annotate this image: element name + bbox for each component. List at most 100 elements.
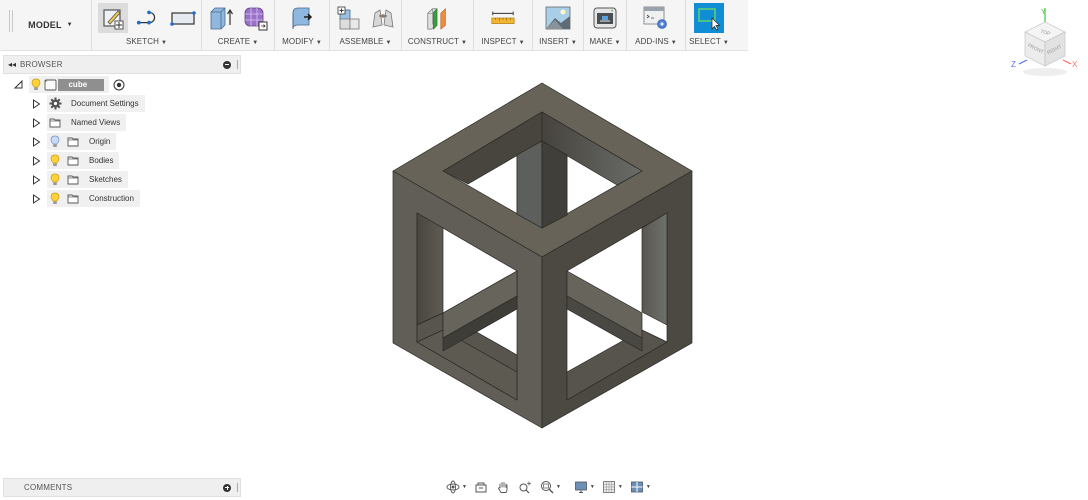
toolbar-grip[interactable] bbox=[0, 0, 13, 51]
toolbar-group-construct[interactable]: CONSTRUCT ▼ bbox=[402, 0, 474, 50]
tree-node[interactable]: Origin bbox=[31, 133, 117, 150]
panel-resize-handle[interactable] bbox=[237, 483, 238, 492]
workspace-switcher[interactable]: MODEL ▼ bbox=[10, 0, 92, 50]
viewport-canvas[interactable] bbox=[380, 75, 700, 435]
tree-node[interactable]: Construction bbox=[31, 190, 140, 207]
cube-frame-model[interactable] bbox=[392, 82, 693, 429]
offset-plane-icon[interactable] bbox=[425, 5, 451, 31]
toolbar-group-sketch[interactable]: SKETCH ▼ bbox=[92, 0, 202, 50]
workspace-label: MODEL bbox=[28, 20, 62, 30]
pan-button[interactable] bbox=[496, 479, 515, 495]
joint-icon[interactable] bbox=[370, 5, 396, 31]
line-tool-icon[interactable] bbox=[136, 5, 162, 31]
expand-triangle-icon[interactable] bbox=[31, 114, 41, 131]
right-inner-wall-right bbox=[641, 212, 668, 326]
form-icon[interactable] bbox=[242, 5, 268, 31]
folder-icon bbox=[65, 190, 81, 207]
grid-icon bbox=[602, 481, 615, 493]
display-settings-button[interactable]: ▼ bbox=[574, 479, 599, 495]
group-label: ADD-INS bbox=[635, 37, 669, 46]
chevron-down-icon: ▼ bbox=[722, 40, 729, 46]
tree-node[interactable]: Bodies bbox=[31, 152, 120, 169]
toolbar-group-select[interactable]: SELECT ▼ bbox=[686, 0, 732, 50]
toolbar-group-addins[interactable]: ADD-INS ▼ bbox=[627, 0, 686, 50]
tree-node-label[interactable]: Origin bbox=[89, 137, 110, 146]
pan-hand-icon bbox=[497, 482, 508, 493]
chevron-down-icon: ▼ bbox=[161, 40, 168, 46]
viewports-button[interactable]: ▼ bbox=[630, 479, 655, 495]
select-icon[interactable] bbox=[694, 3, 724, 33]
component-name[interactable]: cube v1 bbox=[58, 78, 104, 101]
chevron-down-icon: ▼ bbox=[670, 40, 677, 46]
extrude-icon[interactable] bbox=[208, 5, 234, 31]
back-pillar-right bbox=[541, 140, 568, 229]
create-sketch-icon[interactable] bbox=[97, 3, 128, 33]
chevron-down-icon: ▼ bbox=[589, 484, 595, 490]
tree-node-label[interactable]: Sketches bbox=[89, 175, 122, 184]
chevron-down-icon: ▼ bbox=[462, 484, 467, 490]
tree-node[interactable]: Sketches bbox=[31, 171, 128, 188]
expand-triangle-icon[interactable] bbox=[31, 95, 41, 112]
expand-triangle-icon[interactable] bbox=[31, 190, 41, 207]
toolbar-group-modify[interactable]: MODIFY ▼ bbox=[275, 0, 330, 50]
browser-title: BROWSER bbox=[20, 60, 63, 69]
toolbar-group-assemble[interactable]: ASSEMBLE ▼ bbox=[330, 0, 402, 50]
new-component-icon[interactable] bbox=[336, 5, 362, 31]
chevron-down-icon: ▼ bbox=[614, 40, 621, 46]
scripts-addins-icon[interactable] bbox=[643, 5, 669, 31]
expand-panel-icon[interactable] bbox=[223, 483, 231, 492]
minimize-panel-icon[interactable] bbox=[223, 60, 231, 69]
toolbar-group-make[interactable]: MAKE ▼ bbox=[584, 0, 627, 50]
tree-root-node[interactable]: cube v1 bbox=[14, 76, 125, 101]
expand-triangle-icon[interactable] bbox=[31, 152, 41, 169]
insert-image-icon[interactable] bbox=[545, 5, 571, 31]
expand-triangle-icon[interactable] bbox=[31, 171, 41, 188]
group-label: SELECT bbox=[689, 37, 721, 46]
panel-resize-handle[interactable] bbox=[237, 60, 238, 69]
grid-snaps-button[interactable]: ▼ bbox=[602, 479, 627, 495]
visibility-bulb-on-icon[interactable] bbox=[47, 190, 63, 207]
tree-node-label[interactable]: Document Settings bbox=[71, 99, 139, 108]
chevron-down-icon: ▼ bbox=[570, 40, 577, 46]
visibility-bulb-on-icon[interactable] bbox=[47, 152, 63, 169]
expand-triangle-icon[interactable] bbox=[31, 133, 41, 150]
tree-node-label[interactable]: Construction bbox=[89, 194, 134, 203]
visibility-bulb-off-icon[interactable] bbox=[47, 133, 63, 150]
x-axis bbox=[1062, 59, 1072, 65]
viewports-icon bbox=[630, 481, 643, 493]
orbit-button[interactable]: ▼ bbox=[446, 479, 471, 495]
activate-radio-icon[interactable] bbox=[113, 79, 125, 91]
chevron-down-icon: ▼ bbox=[555, 484, 561, 490]
back-pillar-left bbox=[516, 140, 543, 229]
3d-print-icon[interactable] bbox=[592, 5, 618, 31]
look-at-button[interactable] bbox=[474, 479, 493, 495]
chevron-down-icon: ▼ bbox=[518, 40, 525, 46]
group-label: MODIFY bbox=[282, 37, 314, 46]
display-settings-icon bbox=[575, 481, 587, 493]
axis-label-z: Z bbox=[1011, 60, 1016, 69]
left-inner-wall-left bbox=[416, 212, 444, 326]
viewcube[interactable]: Y Z X TOP FRONT RIGHT bbox=[1005, 4, 1085, 80]
toolbar-group-inspect[interactable]: INSPECT ▼ bbox=[474, 0, 533, 50]
rectangle-tool-icon[interactable] bbox=[169, 5, 196, 31]
measure-icon[interactable] bbox=[490, 5, 516, 31]
comments-title: COMMENTS bbox=[24, 483, 73, 492]
zoom-button[interactable] bbox=[518, 479, 537, 495]
navigation-bar: ▼ ▼ ▼ ▼ ▼ bbox=[446, 479, 655, 495]
group-label: INSPECT bbox=[481, 37, 517, 46]
visibility-bulb-on-icon[interactable] bbox=[29, 76, 42, 93]
tree-node[interactable]: Document Settings bbox=[31, 95, 145, 112]
toolbar: MODEL ▼ SKETCH ▼ CREATE ▼ MODIFY ▼ ASSEM… bbox=[0, 0, 748, 51]
zoom-window-button[interactable]: ▼ bbox=[540, 479, 565, 495]
tree-node-label[interactable]: Named Views bbox=[71, 118, 120, 127]
component-icon bbox=[44, 76, 58, 93]
group-label: CREATE bbox=[217, 37, 251, 46]
tree-node-label[interactable]: Bodies bbox=[89, 156, 113, 165]
collapse-triangle-icon[interactable] bbox=[14, 76, 23, 93]
visibility-bulb-on-icon[interactable] bbox=[47, 171, 63, 188]
tree-node[interactable]: Named Views bbox=[31, 114, 127, 131]
collapse-panel-icon[interactable]: ◂◂ bbox=[4, 60, 20, 69]
toolbar-group-create[interactable]: CREATE ▼ bbox=[202, 0, 275, 50]
press-pull-icon[interactable] bbox=[289, 5, 315, 31]
toolbar-group-insert[interactable]: INSERT ▼ bbox=[533, 0, 584, 50]
